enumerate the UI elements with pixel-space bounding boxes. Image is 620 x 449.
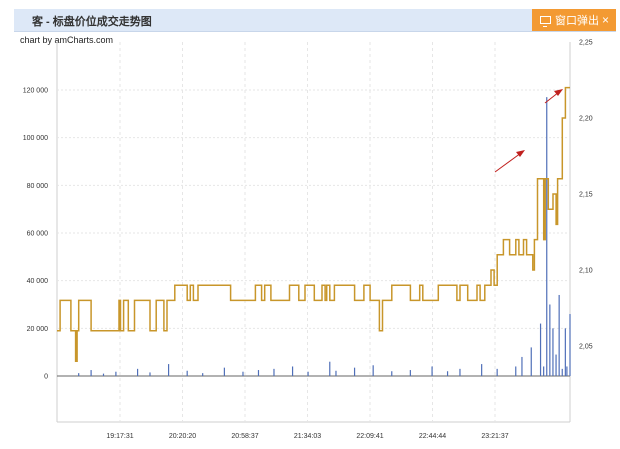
y-right-tick-label: 2,25 [579,40,593,47]
annotation-arrow-1 [494,152,522,173]
x-tick-label: 20:58:37 [231,433,258,440]
y-left-tick-label: 40 000 [27,278,49,285]
x-tick-label: 20:20:20 [169,433,196,440]
y-left-tick-label: 100 000 [23,135,48,142]
x-tick-label: 23:21:37 [481,433,508,440]
x-tick-label: 22:09:41 [356,433,383,440]
y-right-tick-label: 2,15 [579,192,593,199]
x-tick-label: 19:17:31 [106,433,133,440]
x-tick-label: 22:44:44 [419,433,446,440]
y-right-tick-label: 2,10 [579,268,593,275]
y-right-tick-label: 2,20 [579,116,593,123]
y-left-tick-label: 80 000 [27,183,49,190]
price-volume-chart: 0 20 000 40 000 60 000 80 000 100 000 120 000 2… [23,40,593,441]
y-left-tick-label: 60 000 [27,231,49,238]
y-left-tick-label: 120 000 [23,88,48,95]
x-tick-label: 21:34:03 [294,433,321,440]
price-line [57,86,570,362]
y-left-tick-label: 20 000 [27,326,49,333]
y-right-tick-label: 2,05 [579,344,593,351]
y-left-tick-label: 0 [44,374,48,381]
